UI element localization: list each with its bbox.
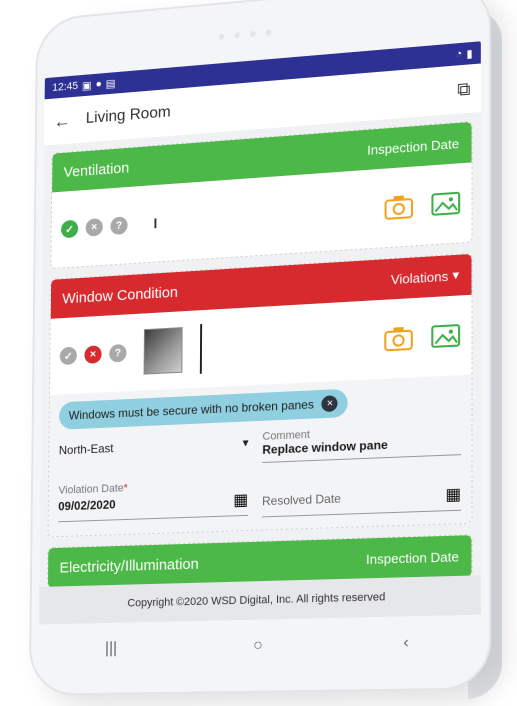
wifi-icon: ◔: [455, 48, 462, 61]
chip-close-icon[interactable]: ×: [322, 395, 338, 412]
time: 12:45: [52, 80, 78, 94]
sensor-dot: [250, 31, 256, 37]
calendar-icon[interactable]: ▦: [233, 490, 248, 511]
home-icon[interactable]: ○: [253, 637, 263, 655]
open-external-icon[interactable]: ⧉: [457, 78, 470, 100]
media-icons: [384, 190, 462, 222]
recent-apps-icon[interactable]: |||: [105, 640, 117, 658]
violations-label: Violations: [391, 268, 448, 287]
question-icon[interactable]: ?: [109, 344, 126, 363]
chevron-down-icon: ▾: [243, 435, 249, 449]
card-title: Window Condition: [62, 283, 178, 307]
violations-dropdown[interactable]: Violations ▾: [391, 267, 459, 287]
card-icon: ▤: [106, 77, 116, 90]
resolved-date-field[interactable]: Resolved Date ▦: [262, 470, 461, 518]
violation-area: Windows must be secure with no broken pa…: [48, 375, 471, 537]
violation-date-value: 09/02/2020: [58, 498, 115, 514]
camera-dot: [266, 29, 272, 35]
gallery-icon[interactable]: [430, 190, 461, 218]
camera-dots: [219, 29, 272, 40]
page-title: Living Room: [86, 104, 171, 128]
location-select[interactable]: North-East ▾: [59, 431, 249, 461]
resolved-date-label: Resolved Date: [262, 491, 341, 508]
violation-text: Windows must be secure with no broken pa…: [69, 397, 314, 422]
required-marker: *: [124, 482, 128, 494]
content: Ventilation Inspection Date ✓ × ? Window…: [39, 112, 481, 613]
check-icon[interactable]: ✓: [60, 347, 77, 366]
sensor-dot: [219, 34, 225, 40]
card-right-label[interactable]: Inspection Date: [366, 548, 459, 566]
android-nav-bar: ||| ○ ‹: [38, 617, 480, 674]
cursor-mark: [200, 324, 202, 374]
question-icon[interactable]: ?: [110, 216, 127, 235]
cursor-mark: [154, 218, 156, 228]
title-wrap: ← Living Room: [54, 102, 171, 132]
card-title: Ventilation: [64, 159, 130, 180]
photo-thumbnail[interactable]: [144, 327, 183, 375]
resolved-date-input[interactable]: Resolved Date ▦: [262, 484, 461, 517]
violation-date-label-text: Violation Date: [58, 482, 123, 496]
tablet-device: 12:45 ▣ ● ▤ ◔ ▮ ← Living Room ⧉ Ventilat…: [31, 0, 490, 694]
camera-icon[interactable]: [384, 193, 415, 221]
card-right-label[interactable]: Inspection Date: [367, 135, 459, 157]
card-ventilation: Ventilation Inspection Date ✓ × ?: [50, 121, 472, 269]
violation-chip[interactable]: Windows must be secure with no broken pa…: [59, 389, 348, 430]
status-right: ◔ ▮: [455, 47, 472, 62]
violation-date-field[interactable]: Violation Date* 09/02/2020 ▦: [58, 478, 248, 525]
close-icon[interactable]: ×: [84, 345, 101, 364]
image-icon: ▣: [82, 79, 92, 92]
battery-icon: ▮: [466, 47, 472, 61]
violation-fields: North-East ▾ Comment Replace window pane: [58, 422, 461, 524]
back-icon[interactable]: ‹: [403, 634, 409, 653]
sensor-dot: [234, 32, 240, 38]
check-icon[interactable]: ✓: [61, 220, 78, 239]
status-icons: ✓ × ?: [61, 214, 156, 238]
comment-field[interactable]: Comment Replace window pane: [262, 422, 461, 463]
circle-icon: ●: [95, 78, 101, 90]
chevron-down-icon: ▾: [452, 267, 459, 284]
status-left: 12:45 ▣ ● ▤: [52, 77, 115, 95]
media-icons: [383, 322, 461, 353]
camera-icon[interactable]: [383, 324, 414, 352]
back-arrow-icon[interactable]: ←: [54, 110, 71, 132]
screen: 12:45 ▣ ● ▤ ◔ ▮ ← Living Room ⧉ Ventilat…: [39, 41, 481, 624]
location-value: North-East: [59, 441, 114, 457]
gallery-icon[interactable]: [430, 322, 461, 350]
card-title: Electricity/Illumination: [59, 555, 198, 576]
close-icon[interactable]: ×: [86, 218, 103, 237]
card-window-condition: Window Condition Violations ▾ ✓ × ? Wind…: [48, 253, 473, 538]
stage: 12:45 ▣ ● ▤ ◔ ▮ ← Living Room ⧉ Ventilat…: [0, 0, 517, 706]
location-field[interactable]: North-East ▾: [59, 431, 249, 471]
status-icons: ✓ × ?: [60, 324, 203, 381]
calendar-icon[interactable]: ▦: [445, 484, 461, 505]
